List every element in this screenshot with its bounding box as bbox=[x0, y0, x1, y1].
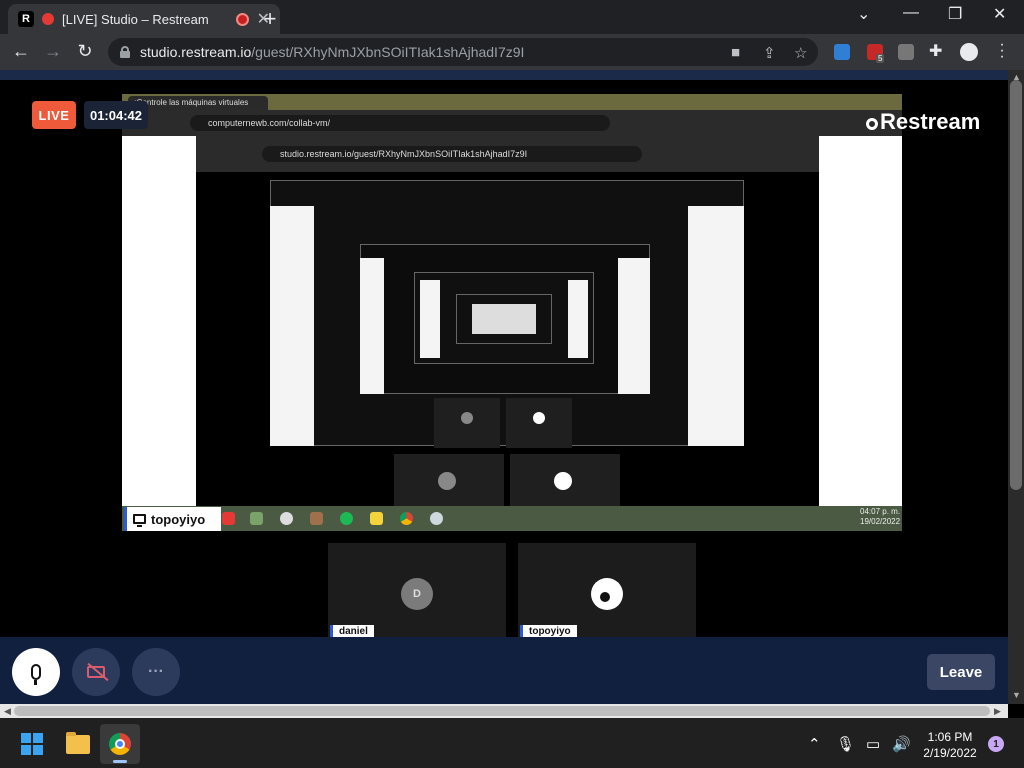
camera-in-use-icon[interactable]: ■ bbox=[731, 44, 740, 61]
shared-taskbar bbox=[122, 506, 902, 531]
monitor-icon bbox=[133, 514, 146, 527]
forward-arrow-icon[interactable]: → bbox=[42, 41, 64, 62]
participant-tile[interactable]: D daniel bbox=[328, 543, 506, 639]
shared-url: computernewb.com/collab-vm/ bbox=[190, 115, 610, 131]
restream-logo-icon bbox=[866, 118, 878, 130]
scroll-right-arrow-icon[interactable]: ▶ bbox=[994, 706, 1001, 717]
windows-start-icon[interactable] bbox=[21, 733, 43, 755]
nested-frame-2-left bbox=[360, 258, 384, 394]
recording-dot-icon bbox=[42, 13, 54, 25]
more-options-button[interactable]: ··· bbox=[132, 648, 180, 696]
nested-frame-3-right bbox=[568, 280, 588, 358]
shared-clock: 04:07 p. m. 19/02/2022 bbox=[860, 507, 901, 526]
restream-logo: Restream bbox=[866, 109, 980, 135]
file-explorer-icon[interactable] bbox=[66, 732, 90, 754]
new-tab-button[interactable]: + bbox=[260, 6, 280, 32]
extension-badge: 5 bbox=[876, 54, 885, 63]
scroll-up-arrow-icon[interactable]: ▲ bbox=[1012, 72, 1021, 82]
scroll-left-arrow-icon[interactable]: ◀ bbox=[4, 706, 11, 717]
nested-avatar-4 bbox=[554, 472, 572, 490]
presenter-name: topoyiyo bbox=[151, 511, 206, 527]
chrome-icon bbox=[109, 733, 131, 755]
nested-frame-1-right bbox=[688, 206, 744, 446]
active-app-indicator bbox=[113, 760, 127, 763]
volume-icon[interactable]: 🔊 bbox=[892, 735, 911, 753]
app-icon-3 bbox=[430, 512, 443, 525]
nested-frame-5 bbox=[472, 304, 536, 334]
screen-root: R [LIVE] Studio – Restream ✕ + ⌄ — ❐ ✕ ←… bbox=[0, 0, 1024, 768]
shared-left-margin bbox=[122, 136, 196, 506]
network-icon[interactable]: ▭ bbox=[866, 735, 880, 753]
horizontal-scrollbar-thumb[interactable] bbox=[14, 706, 990, 716]
tab-title: [LIVE] Studio – Restream bbox=[62, 11, 209, 27]
nested-avatar-1 bbox=[461, 412, 473, 424]
extension-icon[interactable] bbox=[834, 44, 850, 60]
settings-gear-icon bbox=[280, 512, 293, 525]
camera-toggle-button[interactable] bbox=[72, 648, 120, 696]
app-icon bbox=[250, 512, 263, 525]
camera-off-icon bbox=[87, 666, 105, 678]
extensions-puzzle-icon[interactable]: ✚ bbox=[929, 41, 942, 61]
live-badge: LIVE bbox=[32, 101, 76, 129]
nested-avatar-3 bbox=[438, 472, 456, 490]
extension-r-icon[interactable] bbox=[898, 44, 914, 60]
shared-tab-title: ¡Controle las máquinas virtuales bbox=[128, 96, 268, 110]
tab-recording-indicator-icon bbox=[235, 12, 249, 26]
youtube-icon bbox=[222, 512, 235, 525]
nested-avatar-2 bbox=[533, 412, 545, 424]
reload-icon[interactable]: ↻ bbox=[74, 41, 96, 62]
app-icon-2 bbox=[310, 512, 323, 525]
shared-screen: ¡Controle las máquinas virtuales compute… bbox=[122, 94, 902, 531]
window-close-icon[interactable]: ✕ bbox=[993, 4, 1006, 24]
nested-url: studio.restream.io/guest/RXhyNmJXbnSOiIT… bbox=[262, 146, 642, 162]
sticky-notes-icon bbox=[370, 512, 383, 525]
bookmark-star-icon[interactable]: ☆ bbox=[794, 44, 807, 62]
participant-tile[interactable]: topoyiyo bbox=[518, 543, 696, 639]
clock-date: 2/19/2022 bbox=[923, 746, 977, 760]
tray-chevron-up-icon[interactable]: ⌃ bbox=[808, 735, 821, 753]
address-bar[interactable]: studio.restream.io/guest/RXhyNmJXbnSOiIT… bbox=[108, 38, 818, 66]
microphone-button[interactable] bbox=[12, 648, 60, 696]
share-icon[interactable]: ⇪ bbox=[763, 44, 776, 62]
restore-icon[interactable]: ❐ bbox=[948, 4, 962, 24]
nested-frame-1-left bbox=[270, 206, 314, 446]
spotify-icon bbox=[340, 512, 353, 525]
profile-avatar-icon[interactable] bbox=[960, 43, 978, 61]
back-arrow-icon[interactable]: ← bbox=[10, 41, 32, 62]
microphone-icon bbox=[31, 664, 41, 685]
participant-avatar: D bbox=[401, 578, 433, 610]
nested-frame-3-left bbox=[420, 280, 440, 358]
notification-badge[interactable]: 1 bbox=[988, 736, 1004, 752]
clock-time: 1:06 PM bbox=[927, 730, 973, 744]
browser-menu-icon[interactable]: · · · bbox=[995, 37, 1009, 65]
tab-search-chevron-icon[interactable]: ⌄ bbox=[857, 4, 870, 24]
lock-icon bbox=[120, 46, 130, 58]
studio-controls-bar: ··· Leave bbox=[0, 637, 1008, 704]
live-timer: 01:04:42 bbox=[84, 101, 148, 129]
leave-button[interactable]: Leave bbox=[927, 654, 995, 690]
scroll-down-arrow-icon[interactable]: ▼ bbox=[1012, 690, 1021, 700]
participant-avatar-image bbox=[591, 578, 623, 610]
nested-frame-2-right bbox=[618, 258, 650, 394]
vertical-scrollbar-thumb[interactable] bbox=[1010, 80, 1022, 490]
url-text: studio.restream.io/guest/RXhyNmJXbnSOiIT… bbox=[140, 44, 525, 60]
shared-right-margin bbox=[819, 136, 902, 506]
studio-page: ¡Controle las máquinas virtuales compute… bbox=[0, 70, 1008, 704]
presenter-label: topoyiyo bbox=[124, 507, 221, 531]
browser-tab-active[interactable]: R [LIVE] Studio – Restream ✕ bbox=[8, 4, 280, 34]
tray-microphone-icon[interactable]: 🎙 bbox=[836, 735, 855, 753]
browser-tab-strip: R [LIVE] Studio – Restream ✕ + ⌄ — ❐ ✕ bbox=[0, 0, 1024, 34]
avatar-figure bbox=[600, 592, 610, 602]
restream-favicon-icon: R bbox=[18, 11, 34, 27]
system-clock[interactable]: 1:06 PM 2/19/2022 bbox=[918, 729, 982, 761]
minimize-icon[interactable]: — bbox=[903, 4, 919, 22]
chrome-icon bbox=[400, 512, 413, 525]
page-top-strip bbox=[0, 70, 1008, 80]
